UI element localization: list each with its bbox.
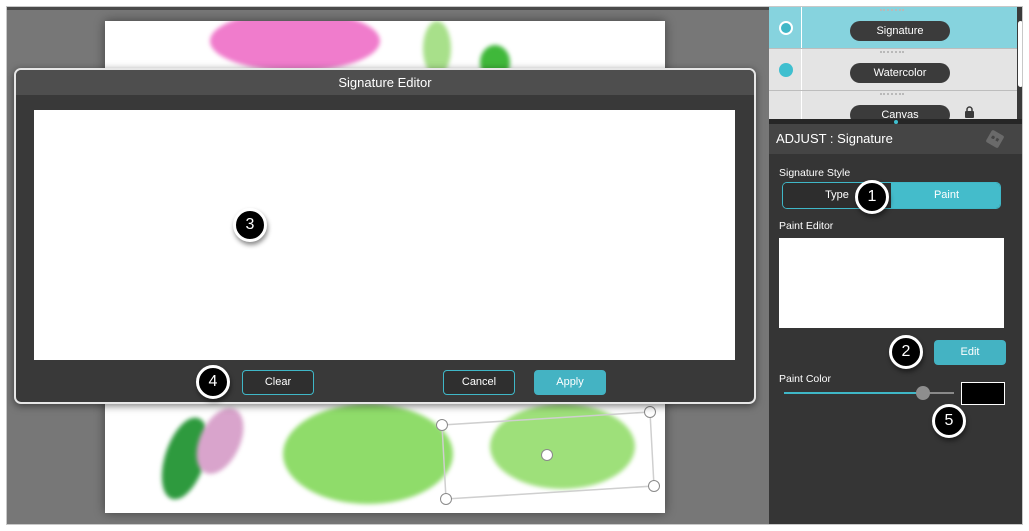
signature-drawing-area[interactable]: [34, 110, 735, 360]
resize-handle-bottom-left[interactable]: [440, 493, 452, 505]
apply-button[interactable]: Apply: [534, 370, 606, 395]
signature-style-label: Signature Style: [779, 167, 851, 179]
adjust-panel-title: ADJUST : Signature: [776, 131, 893, 146]
tag-icon[interactable]: [985, 129, 1005, 149]
app-window: Signature Watercolor Canvas ADJUST: Sig…: [6, 6, 1023, 525]
callout-marker: 4: [196, 365, 230, 399]
slider-fill: [784, 392, 924, 394]
resize-handle-top-left[interactable]: [436, 419, 448, 431]
paint-color-label: Paint Color: [779, 373, 831, 385]
drag-handle-icon[interactable]: [880, 51, 904, 53]
callout-marker: 1: [855, 180, 889, 214]
callout-marker: 2: [889, 335, 923, 369]
edit-button[interactable]: Edit: [934, 340, 1006, 365]
signature-editor-dialog: Signature Editor Clear Cancel Apply: [14, 68, 756, 404]
layer-name: Signature: [850, 21, 950, 41]
layer-row-watercolor[interactable]: Watercolor: [769, 49, 1017, 91]
lock-icon: [965, 106, 974, 118]
layer-divider: [801, 91, 802, 119]
cancel-button[interactable]: Cancel: [443, 370, 515, 395]
layer-visibility-icon[interactable]: [779, 21, 793, 35]
paint-editor-label: Paint Editor: [779, 220, 834, 232]
layer-row-signature[interactable]: Signature: [769, 7, 1017, 49]
drag-handle-icon[interactable]: [880, 93, 904, 95]
callout-marker: 5: [932, 404, 966, 438]
clear-button[interactable]: Clear: [242, 370, 314, 395]
callout-marker: 3: [233, 208, 267, 242]
dialog-title: Signature Editor: [16, 70, 754, 95]
slider-thumb[interactable]: [916, 386, 931, 400]
drag-handle-icon[interactable]: [880, 9, 904, 11]
layer-visibility-icon[interactable]: [779, 63, 793, 77]
layer-divider: [801, 49, 802, 90]
adjust-panel-header: ADJUST : Signature: [769, 124, 1022, 154]
layer-name: Watercolor: [850, 63, 950, 83]
layer-divider: [801, 7, 802, 48]
layers-scrollbar-thumb[interactable]: [1018, 21, 1022, 87]
signature-style-toggle: Type Paint: [782, 182, 1001, 209]
style-option-paint[interactable]: Paint: [891, 183, 1000, 208]
layer-row-canvas[interactable]: Canvas: [769, 91, 1017, 119]
right-panel: Signature Watercolor Canvas ADJUST: Sig…: [769, 7, 1022, 524]
resize-handle-bottom-right[interactable]: [648, 480, 660, 492]
paint-color-swatch[interactable]: [961, 382, 1005, 405]
resize-handle-top-right[interactable]: [644, 406, 656, 418]
paint-editor-preview: [779, 238, 1004, 328]
layers-list: Signature Watercolor Canvas: [769, 7, 1017, 119]
rotate-handle-center[interactable]: [541, 449, 553, 461]
layer-name: Canvas: [850, 105, 950, 119]
